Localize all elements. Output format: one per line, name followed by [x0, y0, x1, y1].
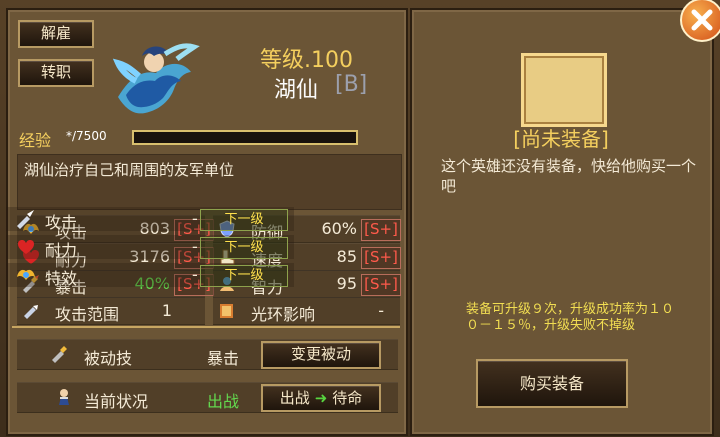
equip-stat-label: 攻击 [45, 213, 78, 232]
equipment-title: [尚未装备] [513, 127, 609, 151]
stat-grade: [S+] [361, 219, 401, 241]
passive-value: 暴击 [207, 349, 240, 368]
equipment-message: 这个英雄还没有装备，快给他购买一个吧 [441, 157, 697, 195]
hero-portrait [108, 39, 204, 121]
upgrade-info: 装备可升级９次，升级成功率为１００－１５％，升级失败不掉级 [466, 302, 675, 333]
passive-label: 被动技 [84, 349, 133, 368]
range-icon [20, 301, 42, 321]
close-icon [691, 9, 713, 31]
wings-icon [14, 265, 38, 285]
transfer-button[interactable]: 转职 [18, 59, 94, 87]
hero-rank: [B] [335, 72, 368, 97]
stat-value: 85 [336, 247, 357, 266]
stat-grade: [S+] [361, 247, 401, 269]
stat-grade: [S+] [361, 274, 401, 296]
exp-value: */7500 [66, 129, 107, 143]
attack-range-value: 1 [161, 301, 172, 320]
exp-bar [132, 130, 358, 145]
hero-screen: 解雇 转职 等级.100 湖仙 [B] 经验 */7500 湖仙治疗自己和周围的… [0, 0, 720, 437]
close-button[interactable] [680, 0, 720, 42]
section-divider [12, 326, 400, 328]
buy-equipment-button[interactable]: 购买装备 [476, 359, 628, 408]
aura-value: - [378, 301, 384, 320]
equip-row-effect: 特效 - 下一级 [6, 263, 294, 288]
attack-range-label: 攻击范围 [55, 305, 120, 324]
equip-stat-label: 特效 [45, 269, 78, 288]
stat-value: 60% [321, 219, 357, 238]
next-level-button[interactable]: 下一级 [200, 209, 288, 231]
equip-stat-value: - [192, 209, 198, 228]
equip-stat-value: - [192, 237, 198, 256]
exp-label: 经验 [19, 131, 52, 150]
change-passive-button[interactable]: 变更被动 [261, 341, 381, 369]
aura-icon [216, 301, 238, 321]
next-level-button[interactable]: 下一级 [200, 237, 288, 259]
equip-row-stamina: 耐力 - 下一级 [6, 235, 294, 260]
equip-row-attack: 攻击 - 下一级 [6, 207, 294, 232]
status-value: 出战 [207, 392, 240, 411]
aura-row: 光环影响 - [213, 297, 400, 325]
equip-stat-label: 耐力 [45, 241, 78, 260]
status-button-left: 出战 [279, 389, 310, 407]
status-label: 当前状况 [84, 392, 149, 411]
status-button-right: 待命 [332, 389, 363, 407]
dismiss-button[interactable]: 解雇 [18, 20, 94, 48]
level-text: 等级.100 [260, 48, 353, 73]
empty-equipment-slot[interactable] [521, 53, 607, 127]
hero-status-icon [53, 387, 75, 407]
equip-stat-value: - [192, 265, 198, 284]
passive-skill-icon [49, 344, 71, 364]
arrow-right-icon: ➜ [314, 389, 328, 407]
attack-range-row: 攻击范围 1 [17, 297, 205, 325]
stat-value: 95 [336, 274, 357, 293]
aura-label: 光环影响 [251, 305, 316, 324]
heart-icon [14, 237, 38, 257]
next-level-button[interactable]: 下一级 [200, 265, 288, 287]
sword-icon [14, 209, 38, 229]
hero-name: 湖仙 [274, 78, 319, 103]
toggle-status-button[interactable]: 出战 ➜ 待命 [261, 384, 381, 412]
hero-portrait-art [112, 43, 200, 114]
hero-description: 湖仙治疗自己和周围的友军单位 [24, 161, 235, 179]
